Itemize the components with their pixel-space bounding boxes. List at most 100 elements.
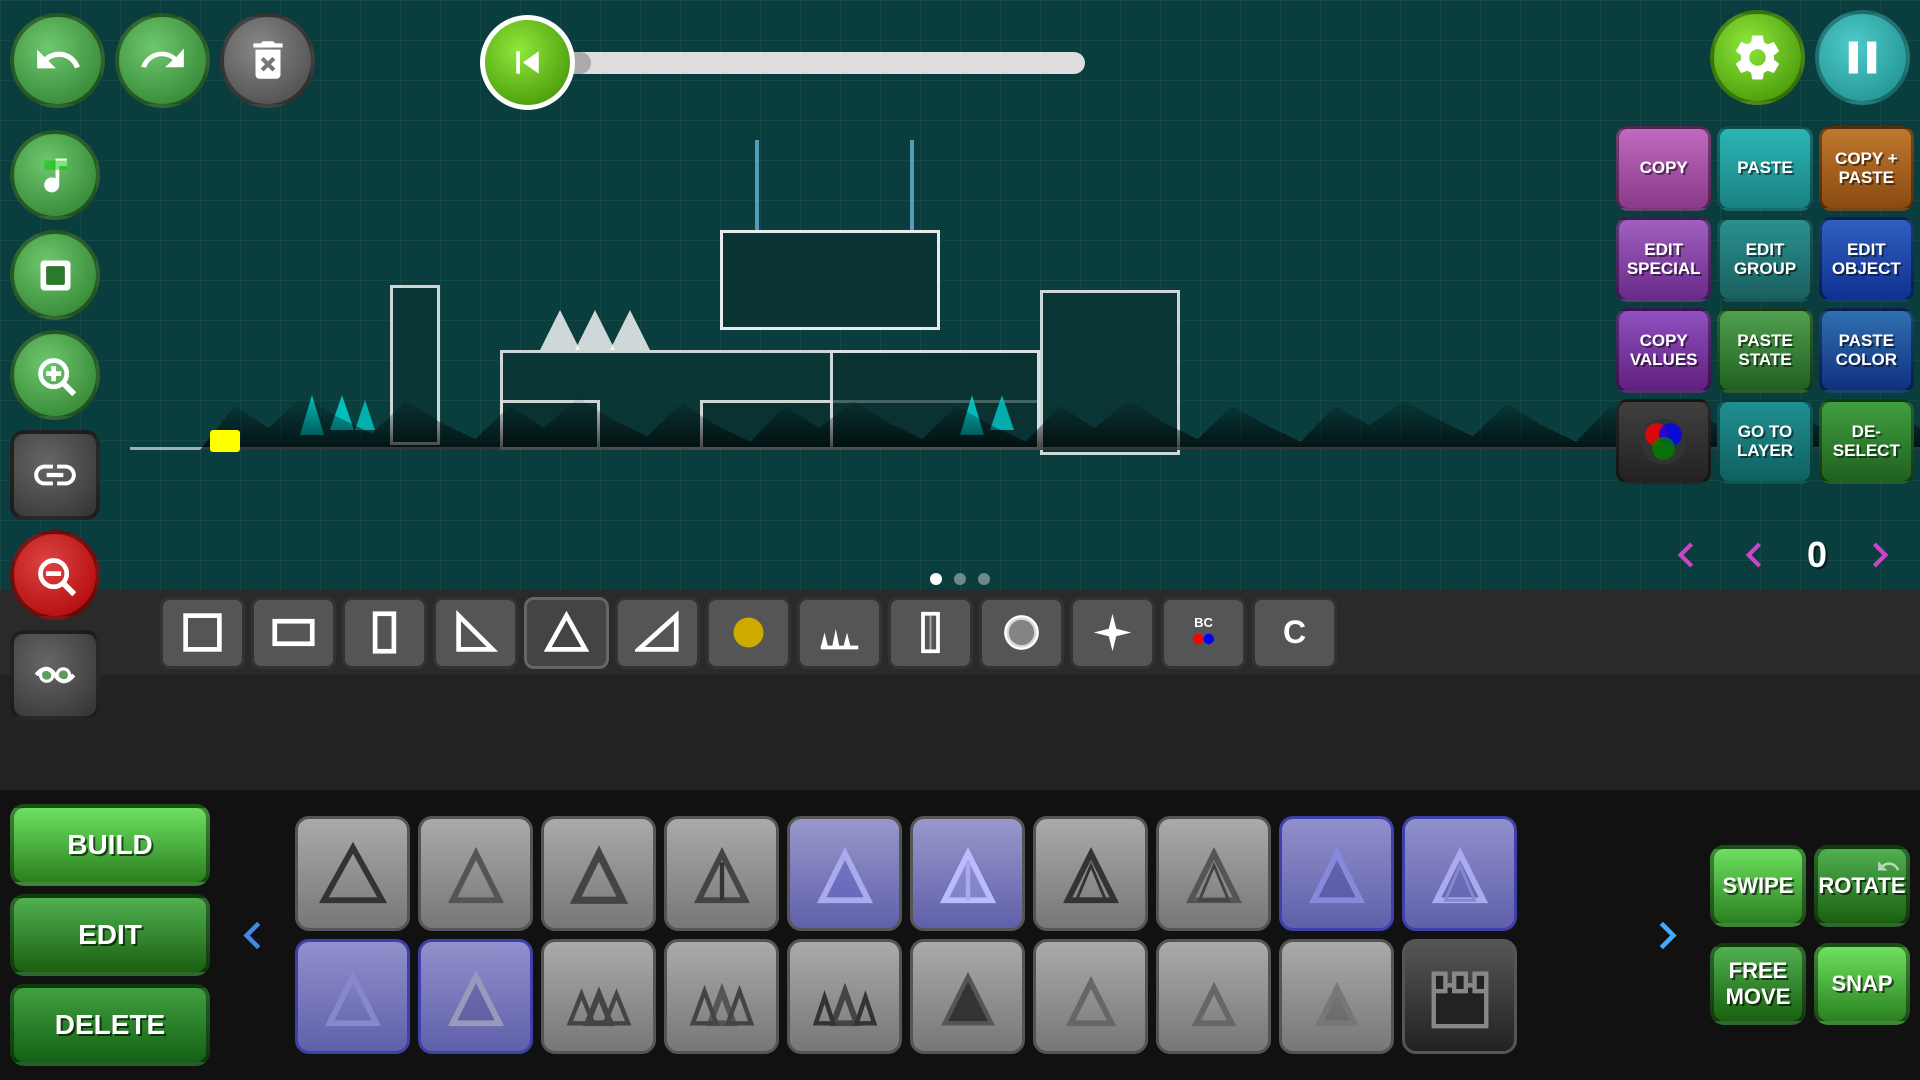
link-button[interactable]: [10, 430, 100, 520]
tab-bc[interactable]: BC: [1161, 597, 1246, 669]
bottom-area: BC C BUILD EDIT DELETE: [0, 590, 1920, 1080]
obj-spike-9[interactable]: [1279, 816, 1394, 931]
rotate-button[interactable]: ROTATE: [1814, 845, 1910, 927]
mode-buttons: BUILD EDIT DELETE: [10, 804, 210, 1066]
chain-left: [755, 140, 759, 230]
zoom-out-button[interactable]: [10, 530, 100, 620]
dots-indicator: [930, 573, 990, 585]
layer-counter: 0: [1792, 534, 1842, 576]
obj-spike-11[interactable]: [295, 939, 410, 1054]
tab-circle-white[interactable]: [979, 597, 1064, 669]
undo-button[interactable]: [10, 13, 105, 108]
obj-spike-1[interactable]: [295, 816, 410, 931]
obj-spike-5[interactable]: [787, 816, 902, 931]
paste-button[interactable]: PASTE: [1717, 126, 1812, 211]
tab-ramp[interactable]: [615, 597, 700, 669]
snap-button[interactable]: SNAP: [1814, 943, 1910, 1025]
zoom-in-button[interactable]: [10, 330, 100, 420]
copy-button[interactable]: COPY: [1616, 126, 1711, 211]
color-wheel-button[interactable]: [1616, 399, 1711, 484]
music-button[interactable]: [10, 130, 100, 220]
obj-spike-med[interactable]: [1033, 939, 1148, 1054]
obj-spike-3[interactable]: [541, 816, 656, 931]
spike-1: [540, 310, 580, 350]
dot-2[interactable]: [954, 573, 966, 585]
chain-right: [910, 140, 914, 230]
spike-3: [610, 310, 650, 350]
obj-spike-10[interactable]: [1402, 816, 1517, 931]
go-to-layer-button[interactable]: GO TO LAYER: [1717, 399, 1812, 484]
cyan-spike-5: [990, 395, 1014, 430]
stop-button[interactable]: [10, 230, 100, 320]
copy-values-button[interactable]: COPY VALUES: [1616, 308, 1711, 393]
build-mode-button[interactable]: BUILD: [10, 804, 210, 886]
tab-square[interactable]: [160, 597, 245, 669]
layer-nav: 0: [1656, 525, 1910, 585]
right-panel-row-2: EDIT SPECIAL EDIT GROUP EDIT OBJECT: [1616, 217, 1914, 302]
object-grid: [0, 675, 1920, 790]
spike-2: [575, 310, 615, 350]
obj-spike-outline[interactable]: [1279, 939, 1394, 1054]
obj-spike-dark[interactable]: [910, 939, 1025, 1054]
tab-rect[interactable]: [251, 597, 336, 669]
delete-all-button[interactable]: [220, 13, 315, 108]
deselect-button[interactable]: DE- SELECT: [1819, 399, 1914, 484]
tab-triangle-active[interactable]: [524, 597, 609, 669]
pause-button[interactable]: [1815, 10, 1910, 105]
progress-bar-container[interactable]: [565, 52, 1085, 74]
cyan-spike-3: [355, 400, 375, 430]
dot-1[interactable]: [930, 573, 942, 585]
obj-spike-7[interactable]: [1033, 816, 1148, 931]
right-action-buttons: SWIPE ROTATE FREE MOVE SNAP: [1710, 845, 1910, 1025]
obj-row-1: [295, 816, 1625, 931]
paste-color-button[interactable]: PASTE COLOR: [1819, 308, 1914, 393]
edit-mode-button[interactable]: EDIT: [10, 894, 210, 976]
objects-prev-button[interactable]: [220, 835, 285, 1035]
tab-pipe[interactable]: [888, 597, 973, 669]
obj-spike-2[interactable]: [418, 816, 533, 931]
playback-area: [480, 15, 1085, 110]
obj-spike-multi-1[interactable]: [541, 939, 656, 1054]
layer-next[interactable]: [1850, 525, 1910, 585]
obj-spike-12[interactable]: [418, 939, 533, 1054]
right-panel: COPY PASTE COPY + PASTE EDIT SPECIAL EDI…: [1610, 120, 1920, 490]
play-button[interactable]: [480, 15, 575, 110]
edit-object-button[interactable]: EDIT OBJECT: [1819, 217, 1914, 302]
tab-grass[interactable]: [797, 597, 882, 669]
objects-next-button[interactable]: [1635, 835, 1700, 1035]
right-panel-row-3: COPY VALUES PASTE STATE PASTE COLOR: [1616, 308, 1914, 393]
redo-button[interactable]: [115, 13, 210, 108]
obj-row-2: [295, 939, 1625, 1054]
tab-sparkle[interactable]: [1070, 597, 1155, 669]
left-sidebar: [10, 130, 100, 720]
tab-c[interactable]: C: [1252, 597, 1337, 669]
obj-spike-4[interactable]: [664, 816, 779, 931]
obj-castle[interactable]: [1402, 939, 1517, 1054]
obj-spike-6[interactable]: [910, 816, 1025, 931]
edit-group-button[interactable]: EDIT GROUP: [1717, 217, 1812, 302]
tab-tall-rect[interactable]: [342, 597, 427, 669]
right-panel-row-1: COPY PASTE COPY + PASTE: [1616, 126, 1914, 211]
obj-spike-sm[interactable]: [1156, 939, 1271, 1054]
top-right-area: [1710, 10, 1910, 105]
bottom-obj-grid: [295, 816, 1625, 1054]
edit-special-button[interactable]: EDIT SPECIAL: [1616, 217, 1711, 302]
tab-circle[interactable]: [706, 597, 791, 669]
obj-spike-multi-3[interactable]: [787, 939, 902, 1054]
tab-diagonal[interactable]: [433, 597, 518, 669]
layer-prev[interactable]: [1724, 525, 1784, 585]
obj-spike-8[interactable]: [1156, 816, 1271, 931]
delete-mode-button[interactable]: DELETE: [10, 984, 210, 1066]
free-draw-button[interactable]: [10, 630, 100, 720]
dot-3[interactable]: [978, 573, 990, 585]
layer-prev-far[interactable]: [1656, 525, 1716, 585]
paste-state-button[interactable]: PASTE STATE: [1717, 308, 1812, 393]
settings-button[interactable]: [1710, 10, 1805, 105]
free-move-button[interactable]: FREE MOVE: [1710, 943, 1806, 1025]
bottom-controls: BUILD EDIT DELETE: [0, 790, 1920, 1080]
swipe-button[interactable]: SWIPE: [1710, 845, 1806, 927]
obj-spike-multi-2[interactable]: [664, 939, 779, 1054]
copy-paste-button[interactable]: COPY + PASTE: [1819, 126, 1914, 211]
player-marker: [210, 430, 240, 452]
tabs-strip: BC C: [0, 590, 1920, 675]
